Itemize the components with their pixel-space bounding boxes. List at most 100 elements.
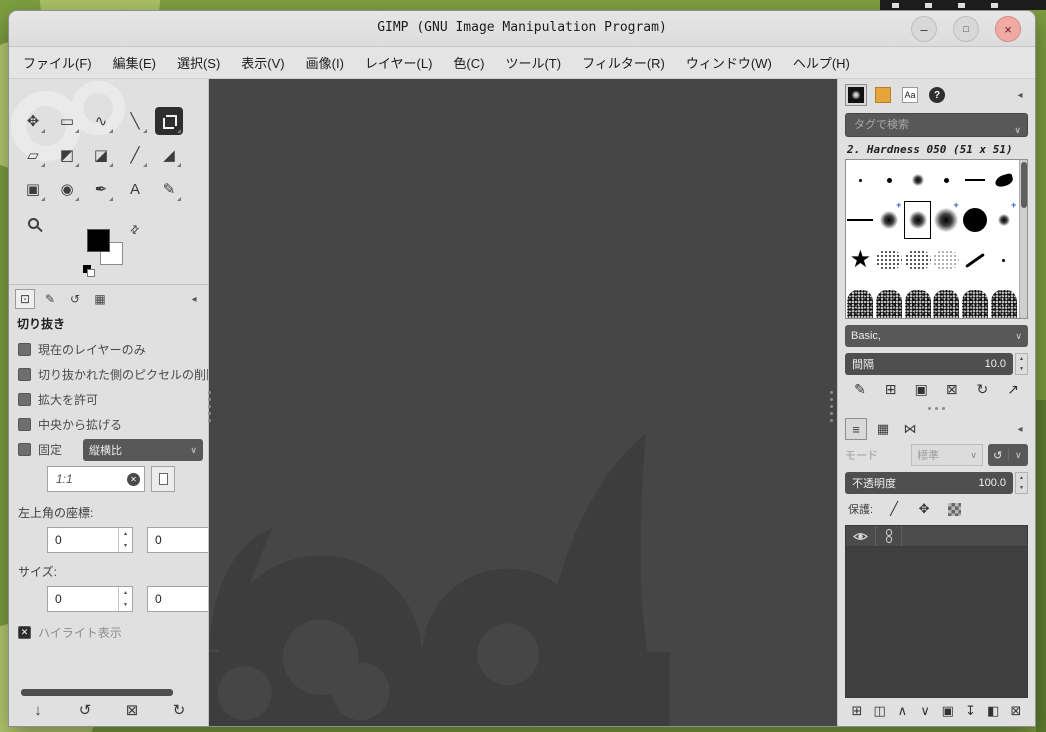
tab-channels[interactable]: ▦ xyxy=(872,418,894,440)
brush-category-select[interactable]: Basic, xyxy=(845,325,1028,347)
clear-icon[interactable] xyxy=(127,472,140,486)
delete-layer-button[interactable]: ⊠ xyxy=(1006,703,1026,719)
minimize-button[interactable]: – xyxy=(911,16,937,42)
close-button[interactable]: × xyxy=(995,16,1021,42)
tab-images[interactable]: ▦ xyxy=(90,289,110,309)
new-brush-button[interactable]: ⊞ xyxy=(881,381,901,398)
brush-thumbnail[interactable] xyxy=(875,200,904,240)
dock-menu-button[interactable] xyxy=(1012,421,1028,437)
tab-paths[interactable]: ⋈ xyxy=(899,418,921,440)
menu-help[interactable]: ヘルプ(H) xyxy=(793,53,850,72)
dock-divider-handle[interactable] xyxy=(838,404,1035,413)
tool-paintbrush[interactable]: ╱ xyxy=(121,141,149,169)
expand-from-center-checkbox[interactable] xyxy=(18,418,31,431)
background-window-edge[interactable] xyxy=(880,0,1046,10)
brush-thumbnail[interactable] xyxy=(961,240,990,280)
lock-alpha-button[interactable] xyxy=(945,501,963,517)
brush-thumbnail[interactable] xyxy=(990,240,1019,280)
open-brush-as-image-button[interactable]: ↗ xyxy=(1003,381,1023,398)
menu-colors[interactable]: 色(C) xyxy=(453,53,484,72)
tool-clone[interactable]: ▣ xyxy=(19,175,47,203)
tool-smudge[interactable]: ◉ xyxy=(53,175,81,203)
brush-thumbnail[interactable] xyxy=(846,280,875,318)
menu-select[interactable]: 選択(S) xyxy=(177,53,220,72)
brush-thumbnail[interactable] xyxy=(990,160,1019,200)
aspect-select[interactable]: 縦横比 xyxy=(83,438,204,461)
tab-layers[interactable]: ≡ xyxy=(845,418,867,440)
panel-resize-handle[interactable] xyxy=(208,391,211,422)
opacity-spinner[interactable] xyxy=(1015,472,1028,494)
tool-fuzzy-select[interactable]: ╲ xyxy=(121,107,149,135)
tool-transform[interactable]: ▱ xyxy=(19,141,47,169)
tool-bucket-fill[interactable]: ◩ xyxy=(53,141,81,169)
tab-brushes[interactable] xyxy=(845,84,867,106)
mode-options-button[interactable]: ↺ xyxy=(988,444,1028,466)
delete-brush-button[interactable]: ⊠ xyxy=(942,381,962,398)
brush-thumbnail[interactable] xyxy=(875,280,904,318)
default-colors-icon[interactable] xyxy=(83,265,97,279)
raise-layer-button[interactable]: ∧ xyxy=(892,703,912,719)
scrollbar-thumb[interactable] xyxy=(21,689,173,696)
tool-rectangle-select[interactable]: ▭ xyxy=(53,107,81,135)
layers-list[interactable] xyxy=(845,547,1028,698)
highlight-checkbox[interactable] xyxy=(18,626,31,639)
delete-preset-button[interactable]: ⊠ xyxy=(121,701,143,719)
tool-free-select[interactable]: ∿ xyxy=(87,107,115,135)
menu-filters[interactable]: フィルター(R) xyxy=(582,53,665,72)
brush-thumbnail[interactable] xyxy=(932,240,961,280)
size-x-spinner[interactable]: 0 xyxy=(47,586,133,612)
brush-search-input[interactable] xyxy=(845,113,1028,137)
layer-mode-select[interactable]: 標準 xyxy=(911,444,983,466)
scrollbar-thumb[interactable] xyxy=(1021,162,1027,208)
position-y-spinner[interactable]: 0 xyxy=(147,527,208,553)
tool-options-scrollbar[interactable] xyxy=(21,689,196,696)
tool-move[interactable]: ✥ xyxy=(19,107,47,135)
tool-text[interactable]: A xyxy=(121,175,149,203)
brush-thumbnail[interactable] xyxy=(903,280,932,318)
tab-tool-options[interactable]: ⊡ xyxy=(15,289,35,309)
brush-thumbnail[interactable] xyxy=(903,240,932,280)
brush-thumbnail[interactable] xyxy=(875,240,904,280)
tool-crop[interactable] xyxy=(155,107,183,135)
menu-tools[interactable]: ツール(T) xyxy=(505,53,561,72)
tab-undo-history[interactable]: ↺ xyxy=(65,289,85,309)
dock-resize-handle[interactable] xyxy=(830,391,833,422)
tool-color-picker[interactable]: ✎ xyxy=(155,175,183,203)
brush-thumbnail[interactable] xyxy=(846,240,875,280)
brush-thumbnail[interactable] xyxy=(990,280,1019,318)
anchor-layer-button[interactable]: ↧ xyxy=(961,703,981,719)
lock-pixels-button[interactable]: ╱ xyxy=(885,501,903,517)
brush-thumbnail[interactable] xyxy=(990,200,1019,240)
duplicate-layer-button[interactable]: ▣ xyxy=(938,703,958,719)
chevron-down-icon[interactable] xyxy=(1014,120,1021,138)
spacing-slider[interactable]: 間隔 10.0 xyxy=(845,353,1013,375)
titlebar[interactable]: GIMP (GNU Image Manipulation Program) – … xyxy=(9,11,1035,47)
brush-thumbnail[interactable] xyxy=(903,160,932,200)
delete-cropped-pixels-checkbox[interactable] xyxy=(18,368,31,381)
visibility-column[interactable] xyxy=(846,526,876,546)
menu-file[interactable]: ファイル(F) xyxy=(23,53,92,72)
menu-view[interactable]: 表示(V) xyxy=(241,53,284,72)
menu-layer[interactable]: レイヤー(L) xyxy=(365,53,433,72)
menu-edit[interactable]: 編集(E) xyxy=(113,53,156,72)
restore-preset-button[interactable]: ↺ xyxy=(74,701,96,719)
spin-arrows[interactable] xyxy=(118,528,132,552)
brush-thumbnail[interactable] xyxy=(961,280,990,318)
save-preset-button[interactable]: ↓ xyxy=(27,702,49,719)
brush-thumbnail[interactable] xyxy=(932,280,961,318)
spacing-spinner[interactable] xyxy=(1015,353,1028,375)
brush-thumbnail[interactable] xyxy=(875,160,904,200)
fixed-checkbox[interactable] xyxy=(18,443,31,456)
size-y-spinner[interactable]: 0 xyxy=(147,586,208,612)
brush-scrollbar[interactable] xyxy=(1019,160,1027,318)
portrait-landscape-button[interactable] xyxy=(151,466,175,492)
refresh-brushes-button[interactable]: ↻ xyxy=(972,381,992,398)
aspect-ratio-input[interactable]: 1:1 xyxy=(47,466,145,492)
menu-windows[interactable]: ウィンドウ(W) xyxy=(686,53,772,72)
brush-thumbnail[interactable] xyxy=(932,200,961,240)
canvas-area[interactable] xyxy=(209,79,837,726)
new-layer-button[interactable]: ⊞ xyxy=(847,703,867,719)
tool-eraser[interactable]: ◢ xyxy=(155,141,183,169)
brush-thumbnail[interactable] xyxy=(961,200,990,240)
tool-gradient[interactable]: ◪ xyxy=(87,141,115,169)
